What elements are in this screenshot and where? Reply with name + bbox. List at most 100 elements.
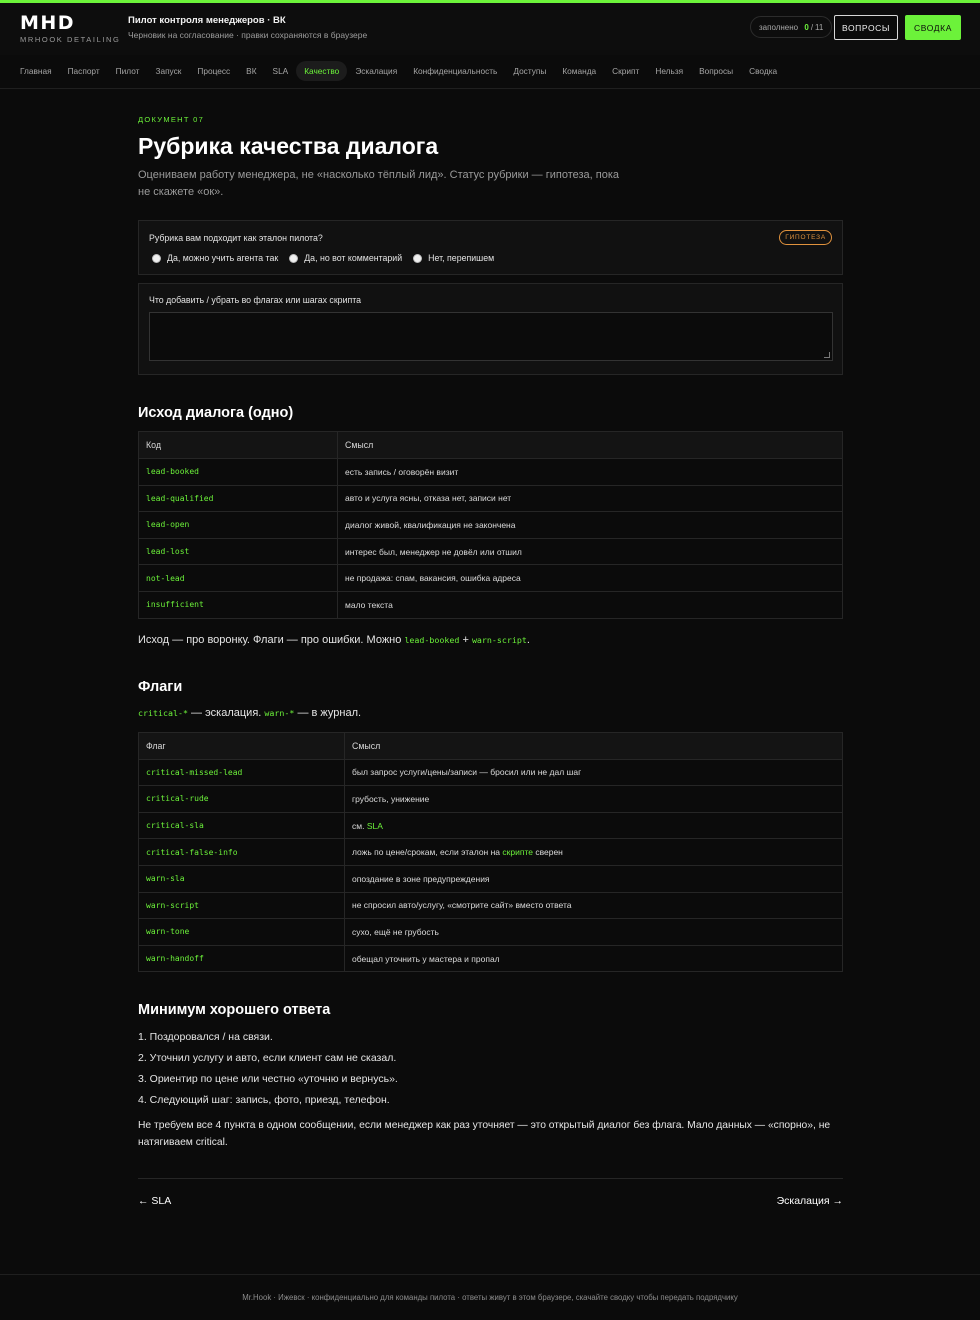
approval-option-label: Да, можно учить агента так [167,253,279,263]
list-item: 1. Поздоровался / на связи. [138,1031,273,1044]
outcome-heading: Исход диалога (одно) [138,405,294,421]
doc-pager: ← SLA Эскалация → [138,1178,843,1222]
outcome-table: Код Смысл lead-booked есть запись / огово… [138,431,843,619]
approval-option[interactable]: Нет, перепишем [413,253,494,263]
nav-tab[interactable]: Сводка [741,61,785,81]
flag-meaning: опоздание в зоне предупреждения [344,864,843,893]
table-row: lead-booked есть запись / оговорён визит [138,458,843,486]
minimum-heading: Минимум хорошего ответа [138,1002,331,1019]
flag-code: critical-false-info [138,838,345,866]
outcome-note-end: . [526,633,530,646]
approval-option-label: Да, но вот комментарий [304,253,403,263]
brand-logo[interactable]: MHD MRHOOK DETAILING [20,13,120,44]
radio-circle-icon[interactable] [289,253,299,263]
outcome-meaning: мало текста [337,590,843,619]
outcome-code: not-lead [138,564,338,592]
nav-tab[interactable]: Качество [296,61,348,81]
outcome-note-code: lead-booked [404,634,460,645]
radio-circle-icon[interactable] [413,253,423,263]
comment-card: Что добавить / убрать во флагах или шага… [138,283,843,375]
column-header: Код [138,431,338,459]
outcome-code: lead-open [138,511,338,539]
nav-tab[interactable]: Главная [12,61,60,81]
table-row: critical-missed-lead был запрос услуги/це… [138,758,843,787]
table-row: warn-sla опоздание в зоне предупреждения [138,864,843,893]
approval-option[interactable]: Да, можно учить агента так [152,253,278,263]
radio-circle-icon[interactable] [152,253,161,263]
flags-table: Флаг Смысл critical-missed-lead был запро… [138,731,843,973]
table-row: critical-false-info ложь по цене/срокам, … [138,838,843,866]
table-row: warn-tone сухо, ещё не грубость [138,918,843,946]
status-badge: ГИПОТЕЗА [779,230,832,245]
approval-question: Рубрика вам подходит как эталон пилота? [149,233,323,243]
comment-label: Что добавить / убрать во флагах или шага… [149,295,362,305]
progress-sep: / [810,22,814,32]
flag-meaning: обещал уточнить у мастера и пропал [344,944,843,973]
prev-doc-link[interactable]: ← SLA [138,1195,171,1207]
nav-tab[interactable]: ВК [238,61,264,81]
column-header: Смысл [344,731,843,760]
progress-counter: заполнено 0 / 11 [750,16,833,38]
app-header: MHD MRHOOK DETAILING Пилот контроля мене… [0,3,980,55]
approval-option[interactable]: Да, но вот комментарий [289,253,402,263]
approval-options: Да, можно учить агента так Да, но вот ком… [152,253,494,263]
document-content: ДОКУМЕНТ 07 Рубрика качества диалога Оце… [138,115,843,1222]
outcome-code: insufficient [138,590,338,619]
outcome-note-text: Исход — про воронку. Флаги — про ошибки.… [138,633,405,646]
flag-code: warn-script [138,891,345,920]
list-item: 2. Уточнил услугу и авто, если клиент са… [138,1052,397,1065]
page-footer: Mr.Hook · Ижевск · конфиденциально для к… [0,1274,980,1320]
table-header-row: Код Смысл [138,431,843,459]
nav-tab[interactable]: Команда [554,61,604,81]
comment-textarea[interactable] [149,312,833,361]
nav-tab[interactable]: Пилот [108,61,148,81]
flag-meaning: см. SLA [344,811,843,840]
next-doc-link[interactable]: Эскалация → [777,1195,843,1207]
flag-meaning: грубость, унижение [344,785,843,813]
table-row: critical-sla см. SLA [138,811,843,840]
questions-button[interactable]: ВОПРОСЫ [834,15,898,40]
approval-option-label: Нет, перепишем [428,253,495,263]
approval-card: Рубрика вам подходит как эталон пилота? … [138,220,843,275]
flag-code: warn-sla [138,864,345,893]
flag-meaning: не спросил авто/услугу, «смотрите сайт» … [344,891,843,920]
summary-button[interactable]: СВОДКА [905,15,961,40]
flags-intro-code: warn-* [264,707,295,718]
document-number: ДОКУМЕНТ 07 [138,115,205,124]
outcome-meaning: есть запись / оговорён визит [337,458,843,486]
flag-meaning: сухо, ещё не грубость [344,918,843,946]
flags-heading: Флаги [138,678,183,695]
outcome-note-plus: + [459,633,472,646]
flag-meaning: ложь по цене/срокам, если эталон на скри… [344,838,843,866]
table-row: critical-rude грубость, унижение [138,785,843,813]
outcome-meaning: интерес был, менеджер не довёл или отшил [337,537,843,566]
flag-meaning-link[interactable]: SLA [367,821,383,831]
nav-tab[interactable]: Эскалация [347,61,405,81]
nav-tab[interactable]: Паспорт [60,61,108,81]
nav-tab[interactable]: Конфиденциальность [405,61,505,81]
column-header: Смысл [337,431,843,459]
nav-tab[interactable]: Нельзя [647,61,691,81]
flag-meaning-link[interactable]: скрипте [502,847,533,857]
flags-intro-text: — эскалация. [187,706,265,719]
nav-tab[interactable]: Вопросы [691,61,741,81]
nav-tab[interactable]: Запуск [147,61,189,81]
list-item: 4. Следующий шаг: запись, фото, приезд, … [138,1094,390,1107]
outcome-meaning: авто и услуга ясны, отказа нет, записи н… [337,484,843,513]
outcome-note: Исход — про воронку. Флаги — про ошибки.… [138,632,843,649]
outcome-meaning: диалог живой, квалификация не закончена [337,511,843,539]
flags-intro: critical-* — эскалация. warn-* — в журна… [138,705,843,722]
table-header-row: Флаг Смысл [138,731,843,760]
nav-tab[interactable]: Скрипт [604,61,647,81]
table-row: warn-handoff обещал уточнить у мастера и … [138,944,843,973]
flag-meaning-text: сверен [532,847,563,858]
nav-tab[interactable]: Процесс [189,61,238,81]
nav-tab[interactable]: Доступы [505,61,554,81]
main-nav: Главная Паспорт Пилот Запуск Процесс ВК SLA Кач… [12,60,785,82]
outcome-code: lead-qualified [138,484,338,513]
table-row: warn-script не спросил авто/услугу, «смот… [138,891,843,920]
flags-intro-end: — в журнал. [294,706,362,719]
outcome-code: lead-lost [138,537,338,566]
nav-tab[interactable]: SLA [265,61,297,81]
outcome-code: lead-booked [138,458,338,486]
